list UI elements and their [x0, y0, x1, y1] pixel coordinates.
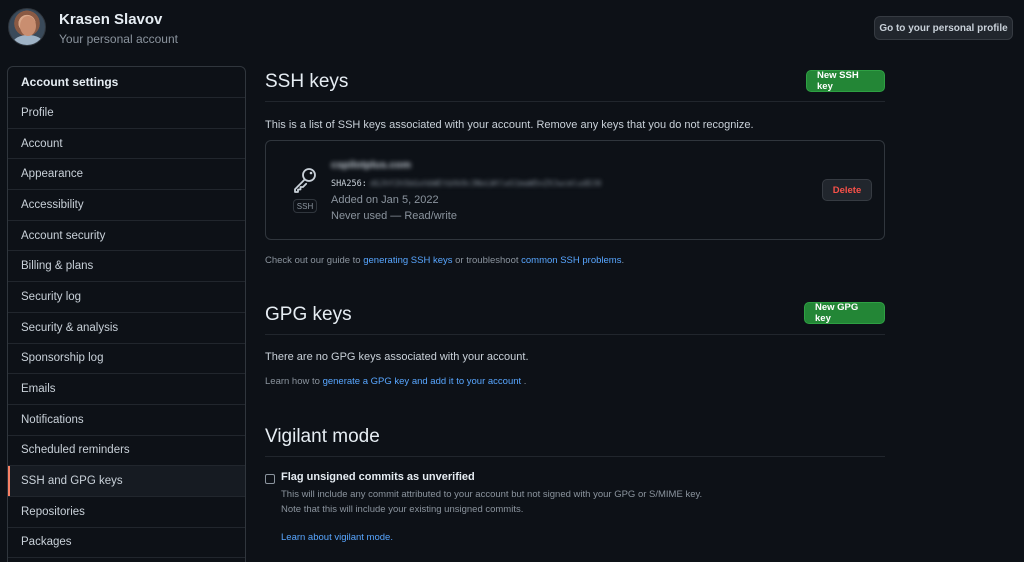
sidebar-item-billing[interactable]: Billing & plans — [8, 251, 245, 283]
delete-ssh-key-button[interactable]: Delete — [822, 179, 872, 201]
gpg-empty-text: There are no GPG keys associated with yo… — [265, 351, 529, 363]
vigilant-section-header: Vigilant mode — [265, 415, 885, 457]
sidebar-item-scheduled-reminders[interactable]: Scheduled reminders — [8, 436, 245, 467]
settings-sidebar: Account settings Profile Account Appeara… — [7, 66, 246, 562]
sidebar-item-sponsorship-log[interactable]: Sponsorship log — [8, 344, 245, 375]
learn-vigilant-mode-link[interactable]: Learn about vigilant mode. — [281, 532, 393, 543]
vigilant-section-title: Vigilant mode — [265, 426, 380, 447]
ssh-section-title: SSH keys — [265, 71, 349, 92]
gpg-learn-prefix: Learn how to — [265, 376, 323, 387]
ssh-key-card: SSH cspilotplus.com SHA256: dGJhY2h5bGxh… — [265, 140, 885, 240]
ssh-description: This is a list of SSH keys associated wi… — [265, 119, 754, 131]
user-subtitle: Your personal account — [59, 32, 178, 46]
page-header: Krasen Slavov Your personal account Go t… — [0, 0, 1024, 60]
gpg-learn-suffix: . — [521, 376, 527, 387]
sidebar-heading: Account settings — [8, 67, 245, 98]
key-usage: Never used — Read/write — [331, 210, 457, 222]
vigilant-checkbox-label[interactable]: Flag unsigned commits as unverified — [281, 471, 475, 483]
gpg-section-header: GPG keys New GPG key — [265, 293, 885, 335]
gpg-learn-text: Learn how to generate a GPG key and add … — [265, 376, 526, 387]
sidebar-item-account[interactable]: Account — [8, 129, 245, 160]
new-ssh-key-button[interactable]: New SSH key — [806, 70, 885, 92]
sidebar-item-profile[interactable]: Profile — [8, 98, 245, 129]
key-icon — [294, 168, 316, 193]
fingerprint-label: SHA256: — [331, 179, 367, 189]
user-name: Krasen Slavov — [59, 11, 163, 28]
vigilant-mode-checkbox[interactable] — [265, 474, 275, 484]
ssh-guide-suffix: . — [621, 255, 625, 266]
ssh-badge: SSH — [293, 199, 317, 213]
ssh-section-header: SSH keys New SSH key — [265, 60, 885, 102]
sidebar-item-repositories[interactable]: Repositories — [8, 497, 245, 528]
gpg-section-title: GPG keys — [265, 304, 352, 325]
sidebar-item-account-security[interactable]: Account security — [8, 221, 245, 252]
ssh-key-title: cspilotplus.com — [331, 159, 411, 171]
sidebar-item-accessibility[interactable]: Accessibility — [8, 190, 245, 221]
ssh-guide-middle: or troubleshoot — [452, 255, 522, 266]
sidebar-item-ssh-gpg-keys[interactable]: SSH and GPG keys — [8, 466, 245, 497]
sidebar-item-security-log[interactable]: Security log — [8, 282, 245, 313]
avatar[interactable] — [8, 8, 46, 46]
generating-ssh-keys-link[interactable]: generating SSH keys — [363, 255, 452, 266]
sidebar-item-notifications[interactable]: Notifications — [8, 405, 245, 436]
ssh-guide-prefix: Check out our guide to — [265, 255, 364, 266]
sidebar-item-security-analysis[interactable]: Security & analysis — [8, 313, 245, 344]
sidebar-item-appearance[interactable]: Appearance — [8, 159, 245, 191]
sidebar-item-emails[interactable]: Emails — [8, 374, 245, 405]
ssh-guide-text: Check out our guide to generating SSH ke… — [265, 255, 624, 266]
new-gpg-key-button[interactable]: New GPG key — [804, 302, 885, 324]
vigilant-description-line1: This will include any commit attributed … — [281, 489, 703, 500]
generate-gpg-key-link[interactable]: generate a GPG key and add it to your ac… — [323, 376, 522, 387]
key-added-date: Added on Jan 5, 2022 — [331, 194, 439, 206]
common-ssh-problems-link[interactable]: common SSH problems — [521, 255, 621, 266]
sidebar-item-packages[interactable]: Packages — [8, 528, 245, 559]
vigilant-description-line2: Note that this will include your existin… — [281, 504, 524, 515]
personal-profile-button[interactable]: Go to your personal profile — [874, 16, 1013, 40]
vigilant-learn-text: Learn about vigilant mode. — [281, 532, 393, 543]
fingerprint-value: dGJhY2h5bGxhbWEtbXk9c3NoLWtleS1maW5nZXJw… — [370, 179, 602, 188]
